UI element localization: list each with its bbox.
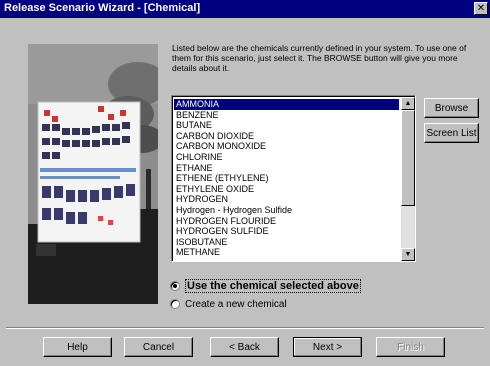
chemical-list-item[interactable]: METHANE bbox=[174, 247, 399, 258]
create-new-radio[interactable] bbox=[170, 299, 180, 309]
chemical-list-item[interactable]: ISOBUTANE bbox=[174, 237, 399, 248]
close-icon[interactable]: ✕ bbox=[474, 2, 488, 15]
chemical-list-item[interactable]: HYDROGEN SULFIDE bbox=[174, 226, 399, 237]
chemical-list-item[interactable]: Hydrogen - Hydrogen Sulfide bbox=[174, 205, 399, 216]
periodic-table-illustration bbox=[28, 44, 158, 304]
use-selected-radio[interactable] bbox=[170, 281, 180, 291]
chemical-listbox-frame: AMMONIA BENZENE BUTANE CARBON DIOXIDE CARBON… bbox=[172, 96, 415, 261]
next-button[interactable]: Next > bbox=[293, 337, 362, 357]
back-button[interactable]: < Back bbox=[210, 337, 279, 357]
help-button[interactable]: Help bbox=[43, 337, 112, 357]
vertical-scrollbar[interactable]: ▲ ▼ bbox=[401, 97, 415, 261]
chemical-list-item[interactable]: CARBON MONOXIDE bbox=[174, 141, 399, 152]
instructions-text: Listed below are the chemicals currently… bbox=[172, 43, 467, 73]
chemical-list-item[interactable]: ETHYLENE OXIDE bbox=[174, 184, 399, 195]
finish-button[interactable]: Finish bbox=[376, 337, 445, 357]
scroll-down-icon[interactable]: ▼ bbox=[401, 248, 415, 261]
scrollbar-thumb[interactable] bbox=[401, 110, 415, 206]
chemical-list-item[interactable]: BENZENE bbox=[174, 110, 399, 121]
scroll-up-icon[interactable]: ▲ bbox=[401, 97, 415, 110]
create-new-label[interactable]: Create a new chemical bbox=[185, 299, 287, 310]
chemical-list[interactable]: AMMONIA BENZENE BUTANE CARBON DIOXIDE CARBON… bbox=[174, 99, 399, 258]
chemical-listbox[interactable]: AMMONIA BENZENE BUTANE CARBON DIOXIDE CARBON… bbox=[171, 95, 416, 262]
chemical-list-item[interactable]: ETHANE bbox=[174, 163, 399, 174]
use-selected-label[interactable]: Use the chemical selected above bbox=[185, 279, 361, 293]
title-bar: Release Scenario Wizard - [Chemical] ✕ bbox=[0, 0, 490, 18]
chemical-list-item[interactable]: ETHENE (ETHYLENE) bbox=[174, 173, 399, 184]
illustration-graphic bbox=[28, 44, 158, 304]
chemical-list-item[interactable]: CARBON DIOXIDE bbox=[174, 131, 399, 142]
cancel-button[interactable]: Cancel bbox=[124, 337, 193, 357]
screen-list-button[interactable]: Screen List bbox=[424, 123, 479, 143]
use-selected-option[interactable]: Use the chemical selected above bbox=[170, 279, 361, 293]
create-new-option[interactable]: Create a new chemical bbox=[170, 297, 287, 311]
chemical-list-item[interactable]: AMMONIA bbox=[174, 99, 399, 110]
chemical-list-item[interactable]: BUTANE bbox=[174, 120, 399, 131]
footer-separator bbox=[6, 327, 484, 329]
chemical-list-item[interactable]: HYDROGEN bbox=[174, 194, 399, 205]
chemical-list-item[interactable]: CHLORINE bbox=[174, 152, 399, 163]
browse-button[interactable]: Browse bbox=[424, 98, 479, 118]
release-scenario-wizard-window: Release Scenario Wizard - [Chemical] ✕ L… bbox=[0, 0, 490, 366]
chemical-list-item[interactable]: HYDROGEN FLOURIDE bbox=[174, 216, 399, 227]
window-title: Release Scenario Wizard - [Chemical] bbox=[4, 2, 201, 14]
